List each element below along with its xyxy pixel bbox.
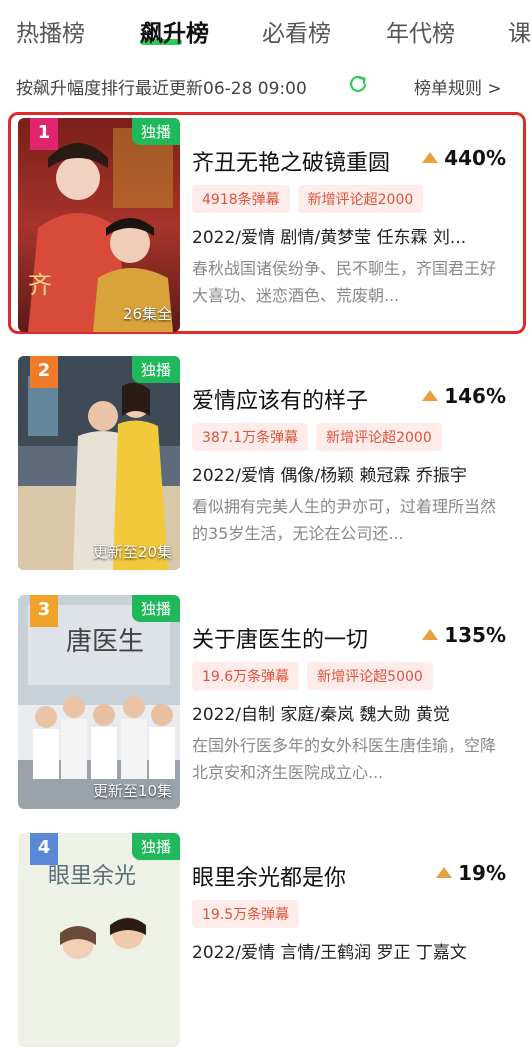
tag-row: 19.6万条弹幕 新增评论超5000	[192, 662, 441, 690]
show-meta: 2022/爱情 言情/王鹤润 罗正 丁嘉文	[192, 943, 467, 963]
trend-value: 135%	[422, 623, 506, 647]
episode-count: 更新至20集	[92, 543, 172, 561]
svg-text:眼里余光: 眼里余光	[48, 864, 136, 889]
danmaku-tag: 387.1万条弹幕	[192, 423, 309, 451]
show-title[interactable]: 爱情应该有的样子	[192, 383, 368, 415]
trend-value: 19%	[436, 861, 506, 885]
trend-up-icon	[422, 629, 439, 640]
exclusive-badge: 独播	[131, 356, 180, 383]
tab-era[interactable]: 年代榜	[386, 14, 455, 48]
tag-row: 387.1万条弹幕 新增评论超2000	[192, 423, 450, 451]
tab-more[interactable]: 课	[508, 14, 531, 48]
svg-text:唐医生: 唐医生	[66, 627, 144, 657]
poster[interactable]: 2 独播 更新至20集	[18, 356, 180, 570]
danmaku-tag: 19.6万条弹幕	[192, 662, 300, 690]
rank-badge: 1	[30, 118, 58, 150]
show-title[interactable]: 关于唐医生的一切	[192, 622, 368, 654]
show-meta: 2022/爱情 剧情/黄梦莹 任东霖 刘...	[192, 228, 467, 248]
update-bar: 按飙升幅度排行最近更新06-28 09:00 榜单规则 >	[0, 64, 532, 104]
comment-tag: 新增评论超2000	[297, 185, 424, 213]
svg-text:齐: 齐	[28, 271, 52, 299]
trend-up-icon	[422, 390, 439, 401]
show-title[interactable]: 齐丑无艳之破镜重圆	[192, 145, 390, 177]
show-description: 看似拥有完美人生的尹亦可，过着理所当然的35岁生活，无论在公司还...	[192, 497, 497, 543]
comment-tag: 新增评论超2000	[316, 423, 442, 451]
rank-badge: 4	[30, 833, 58, 865]
exclusive-badge: 独播	[131, 118, 180, 145]
list-item[interactable]: 2 独播 更新至20集 爱情应该有的样子 146% 387.1万条弹幕 新增评论超…	[0, 351, 532, 576]
rank-badge: 3	[30, 595, 58, 627]
poster[interactable]: 眼里余光 4 独播	[18, 833, 180, 1047]
show-meta: 2022/自制 家庭/秦岚 魏大勋 黄觉	[192, 705, 450, 725]
tag-row: 4918条弹幕 新增评论超2000	[192, 185, 431, 213]
list-item[interactable]: 眼里余光 4 独播 眼里余光都是你 19% 19.5万条弹幕 2022/爱情 言…	[0, 828, 532, 1053]
trend-up-icon	[422, 152, 439, 163]
exclusive-badge: 独播	[131, 833, 180, 860]
episode-count: 更新至10集	[92, 782, 172, 800]
episode-count: 26集全	[122, 305, 172, 323]
tab-must-watch[interactable]: 必看榜	[262, 14, 331, 48]
trend-value: 146%	[422, 384, 506, 408]
danmaku-tag: 19.5万条弹幕	[192, 900, 300, 928]
refresh-icon[interactable]	[348, 74, 368, 94]
danmaku-tag: 4918条弹幕	[192, 185, 290, 213]
ranking-rules-link[interactable]: 榜单规则 >	[414, 74, 502, 99]
list-item[interactable]: 齐 1 独播 26集全 齐丑无艳之破镜重圆 440% 4918条弹幕 新增评论超2…	[0, 113, 532, 338]
list-item[interactable]: 唐医生 3 独播 更新至10集 关于唐医生的一切 135% 19.6万条弹幕 新增…	[0, 590, 532, 815]
tag-row: 19.5万条弹幕	[192, 900, 307, 928]
poster[interactable]: 齐 1 独播 26集全	[18, 118, 180, 332]
tab-rising[interactable]: 飙升榜	[140, 14, 209, 48]
trend-up-icon	[436, 867, 453, 878]
exclusive-badge: 独播	[131, 595, 180, 622]
comment-tag: 新增评论超5000	[307, 662, 433, 690]
poster[interactable]: 唐医生 3 独播 更新至10集	[18, 595, 180, 809]
trend-value: 440%	[422, 146, 506, 170]
update-info: 按飙升幅度排行最近更新06-28 09:00	[16, 79, 307, 99]
show-meta: 2022/爱情 偶像/杨颖 赖冠霖 乔振宇	[192, 466, 467, 486]
ranking-tabs: 热播榜 飙升榜 必看榜 年代榜 课	[0, 0, 532, 60]
show-description: 在国外行医多年的女外科医生唐佳瑜，空降北京安和济生医院成立心...	[192, 736, 497, 782]
show-description: 春秋战国诸侯纷争、民不聊生，齐国君王好大喜功、迷恋酒色、荒废朝...	[192, 259, 497, 305]
tab-hot[interactable]: 热播榜	[16, 14, 85, 48]
show-title[interactable]: 眼里余光都是你	[192, 860, 346, 892]
rank-badge: 2	[30, 356, 58, 388]
